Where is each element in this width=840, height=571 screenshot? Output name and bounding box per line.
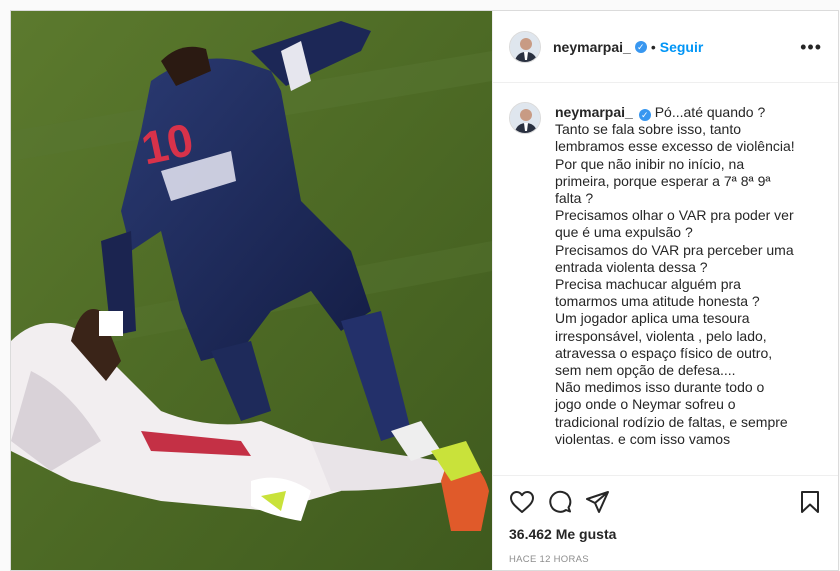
heart-icon[interactable]	[509, 490, 535, 517]
bookmark-icon[interactable]	[798, 490, 822, 517]
caption-line: Precisa machucar alguém pra	[555, 276, 741, 293]
caption-line: Precisamos olhar o VAR pra poder ver	[555, 207, 794, 224]
avatar-image	[510, 31, 540, 62]
caption-username[interactable]: neymarpai_	[555, 104, 633, 120]
caption-line: irresponsável, violenta , pelo lado,	[555, 327, 767, 344]
caption-text: neymarpai_ ✓ Pó...até quando ? Tanto se f…	[555, 104, 822, 448]
caption-line: violentas. e com isso vamos	[555, 430, 731, 447]
post-header: neymarpai_ ✓ • Seguir •••	[493, 11, 838, 83]
caption-line: Por que não inibir no início, na	[555, 155, 745, 172]
jersey-number: 10	[137, 113, 198, 175]
comments-area[interactable]: neymarpai_ ✓ Pó...até quando ? Tanto se f…	[493, 84, 838, 475]
more-options-icon[interactable]: •••	[800, 38, 822, 56]
post-sidebar: neymarpai_ ✓ • Seguir ••• neymarpai_ ✓ Pó…	[492, 11, 838, 570]
caption-line: sem nem opção de defesa....	[555, 362, 736, 379]
caption-line: Tanto se fala sobre isso, tanto	[555, 121, 741, 138]
caption-avatar[interactable]	[509, 102, 541, 134]
caption-row: neymarpai_ ✓ Pó...até quando ? Tanto se f…	[509, 102, 822, 448]
verified-badge-icon: ✓	[638, 109, 651, 121]
verified-badge-icon: ✓	[634, 40, 647, 53]
caption-line: tradicional rodízio de faltas, e sempre	[555, 413, 788, 430]
comment-icon[interactable]	[547, 490, 573, 517]
caption-line: Precisamos do VAR pra perceber uma	[555, 241, 794, 258]
caption-line: falta ?	[555, 190, 594, 207]
caption-line: Pó...até quando ?	[654, 104, 766, 120]
separator-dot: •	[650, 38, 656, 55]
paper-plane-icon[interactable]	[585, 490, 611, 517]
post-container: 10 neymarpai_ ✓ • Seguir ••• neymarpai_ …	[10, 10, 839, 571]
caption-line: tomarmos uma atitude honesta ?	[555, 293, 760, 310]
caption-line: entrada violenta dessa ?	[555, 258, 708, 275]
avatar[interactable]	[509, 30, 541, 63]
likes-count[interactable]: 36.462 Me gusta	[509, 526, 822, 542]
caption-first-line: neymarpai_ ✓ Pó...até quando ?	[555, 104, 822, 121]
football-tackle-image: 10	[11, 11, 492, 570]
avatar-image	[510, 103, 540, 133]
caption-line: primeira, porque esperar a 7ª 8ª 9ª	[555, 172, 771, 189]
caption-line: jogo onde o Neymar sofreu o	[555, 396, 736, 413]
post-photo[interactable]: 10	[11, 11, 492, 570]
caption-line: Um jogador aplica uma tesoura	[555, 310, 750, 327]
follow-button[interactable]: Seguir	[660, 39, 704, 55]
username[interactable]: neymarpai_	[553, 39, 631, 55]
caption-line: lembramos esse excesso de violência!	[555, 138, 795, 155]
caption-line: Não medimos isso durante todo o	[555, 379, 765, 396]
post-actions: 36.462 Me gusta HACE 12 HORAS	[493, 475, 838, 565]
caption-line: atravessa o espaço físico de outro,	[555, 344, 773, 361]
post-timestamp[interactable]: HACE 12 HORAS	[509, 554, 822, 565]
action-icons	[509, 488, 822, 518]
caption-line: que é uma expulsão ?	[555, 224, 693, 241]
